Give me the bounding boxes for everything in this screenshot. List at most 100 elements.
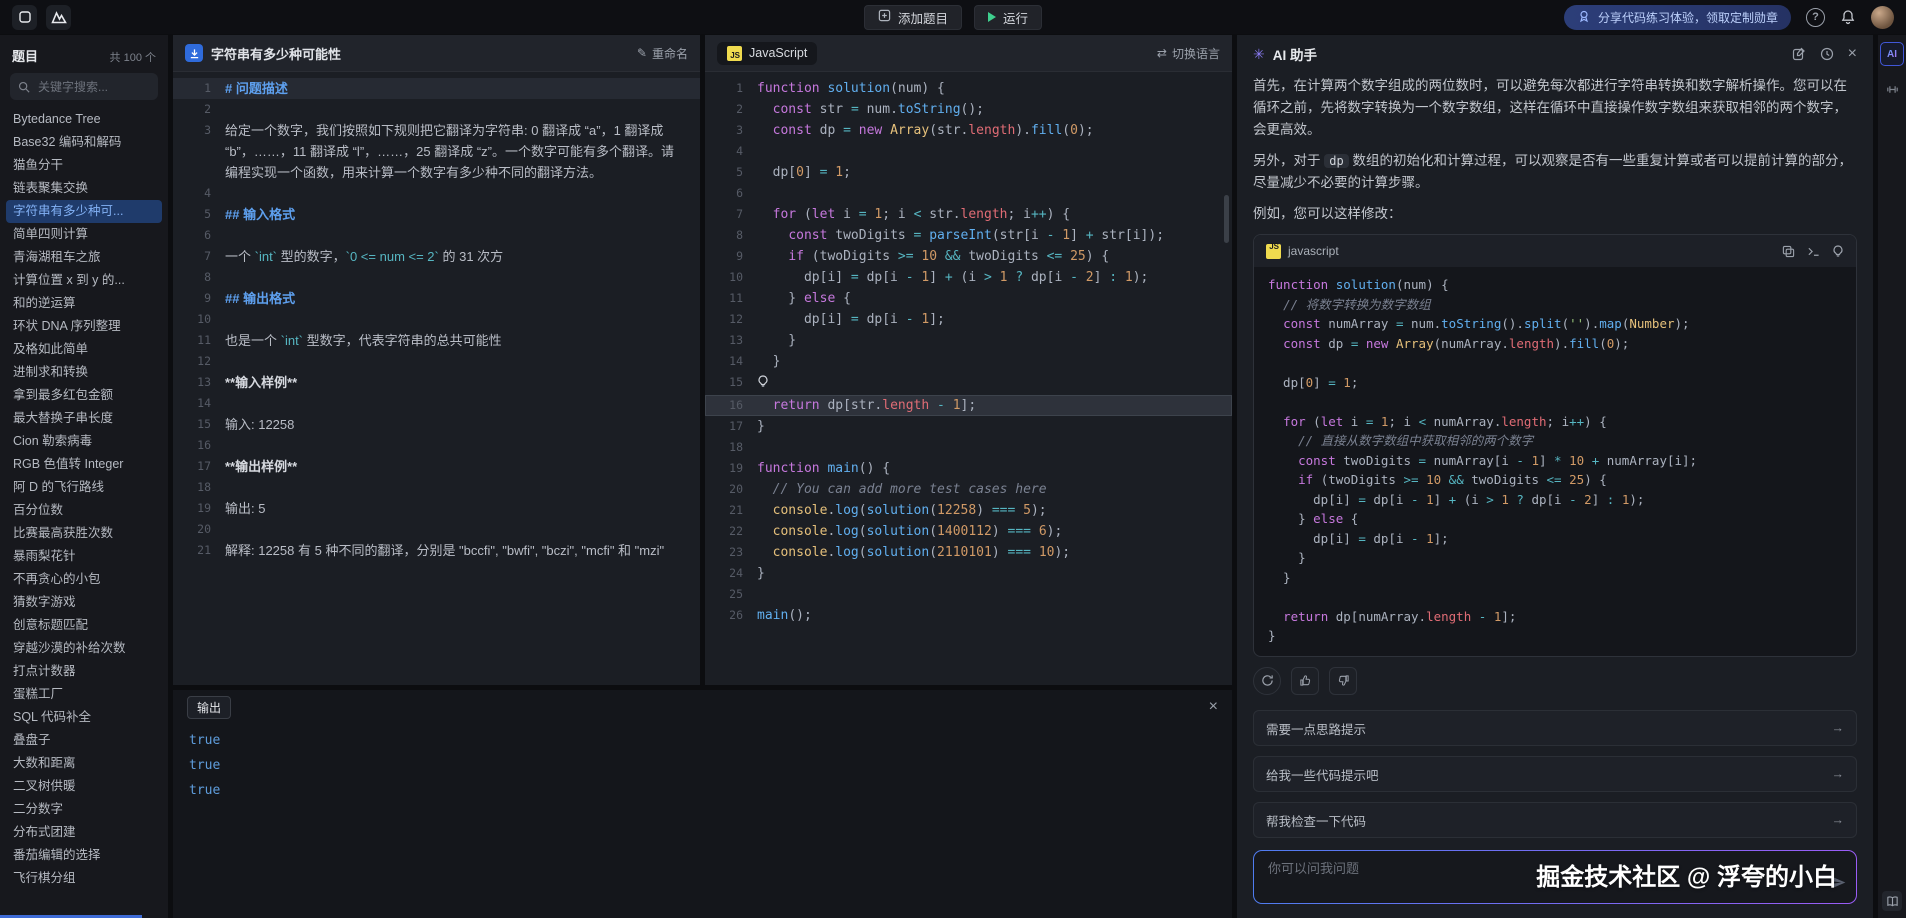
compose-icon[interactable]	[1792, 47, 1806, 61]
sidebar-item[interactable]: 二叉树供暖	[6, 775, 162, 798]
problem-line[interactable]: 7一个 `int` 型的数字，`0 <= num <= 2` 的 31 次方	[173, 246, 700, 267]
problem-line[interactable]: 20	[173, 519, 700, 540]
sidebar-item[interactable]: 及格如此简单	[6, 338, 162, 361]
app-logo-icon[interactable]	[12, 5, 37, 30]
editor-scrollbar[interactable]	[1224, 195, 1229, 243]
sidebar-item[interactable]: 蛋糕工厂	[6, 683, 162, 706]
code-line[interactable]: 26main();	[705, 605, 1232, 626]
sidebar-item[interactable]: 大数和距离	[6, 752, 162, 775]
sidebar-item[interactable]: Bytedance Tree	[6, 108, 162, 131]
suggestion-chip[interactable]: 给我一些代码提示吧→	[1253, 756, 1857, 792]
code-line[interactable]: 9 if (twoDigits >= 10 && twoDigits <= 25…	[705, 246, 1232, 267]
regenerate-button[interactable]	[1253, 667, 1281, 695]
sidebar-item[interactable]: 暴雨梨花针	[6, 545, 162, 568]
code-line[interactable]: 1function solution(num) {	[705, 78, 1232, 99]
problem-line[interactable]: 8	[173, 267, 700, 288]
sidebar-item[interactable]: 不再贪心的小包	[6, 568, 162, 591]
sidebar-item[interactable]: 阿 D 的飞行路线	[6, 476, 162, 499]
sidebar-item[interactable]: 穿越沙漠的补给次数	[6, 637, 162, 660]
sidebar-item[interactable]: 叠盘子	[6, 729, 162, 752]
code-line[interactable]: 10 dp[i] = dp[i - 1] + (i > 1 ? dp[i - 2…	[705, 267, 1232, 288]
suggestion-chip[interactable]: 需要一点思路提示→	[1253, 710, 1857, 746]
copy-code-icon[interactable]	[1782, 245, 1795, 258]
sidebar-item[interactable]: 打点计数器	[6, 660, 162, 683]
problem-line[interactable]: 18	[173, 477, 700, 498]
bell-icon[interactable]	[1840, 9, 1856, 25]
run-button[interactable]: 运行	[974, 5, 1042, 30]
problem-line[interactable]: 6	[173, 225, 700, 246]
code-line[interactable]: 24}	[705, 563, 1232, 584]
sidebar-item[interactable]: 链表聚集交换	[6, 177, 162, 200]
sidebar-item[interactable]: Base32 编码和解码	[6, 131, 162, 154]
problem-line[interactable]: 3给定一个数字，我们按照如下规则把它翻译为字符串: 0 翻译成 “a”，1 翻译…	[173, 120, 700, 183]
ai-assistant-toggle[interactable]: AI	[1880, 42, 1904, 66]
code-line[interactable]: 13 }	[705, 330, 1232, 351]
switch-language-button[interactable]: ⇄ 切换语言	[1157, 45, 1220, 62]
code-line[interactable]: 2 const str = num.toString();	[705, 99, 1232, 120]
problem-line[interactable]: 14	[173, 393, 700, 414]
problem-line[interactable]: 19输出: 5	[173, 498, 700, 519]
problem-editor[interactable]: 1# 问题描述2 3给定一个数字，我们按照如下规则把它翻译为字符串: 0 翻译成…	[173, 72, 700, 685]
problem-line[interactable]: 12	[173, 351, 700, 372]
problem-line[interactable]: 1# 问题描述	[173, 78, 700, 99]
code-line[interactable]: 19function main() {	[705, 458, 1232, 479]
add-problem-button[interactable]: 添加题目	[864, 5, 962, 30]
sidebar-item[interactable]: 分布式团建	[6, 821, 162, 844]
code-line[interactable]: 15	[705, 372, 1232, 395]
reader-icon[interactable]	[1882, 891, 1902, 911]
problem-line[interactable]: 15输入: 12258	[173, 414, 700, 435]
code-line[interactable]: 5 dp[0] = 1;	[705, 162, 1232, 183]
hint-bulb-icon[interactable]	[1832, 245, 1844, 258]
tab-javascript[interactable]: JS JavaScript	[717, 42, 817, 65]
ai-input-box[interactable]	[1253, 850, 1857, 904]
code-line[interactable]: 20 // You can add more test cases here	[705, 479, 1232, 500]
code-line[interactable]: 25	[705, 584, 1232, 605]
lightbulb-icon[interactable]	[757, 374, 769, 395]
sidebar-item[interactable]: 二分数字	[6, 798, 162, 821]
problem-line[interactable]: 11也是一个 `int` 型数字，代表字符串的总共可能性	[173, 330, 700, 351]
help-icon[interactable]: ?	[1806, 8, 1825, 27]
sidebar-item[interactable]: 百分位数	[6, 499, 162, 522]
ai-close-icon[interactable]: ×	[1848, 46, 1857, 62]
code-line[interactable]: 12 dp[i] = dp[i - 1];	[705, 309, 1232, 330]
problem-line[interactable]: 16	[173, 435, 700, 456]
thumbs-down-button[interactable]	[1329, 667, 1357, 695]
sidebar-item[interactable]: 番茄编辑的选择	[6, 844, 162, 867]
search-input[interactable]	[36, 79, 150, 95]
code-line[interactable]: 22 console.log(solution(1400112) === 6);	[705, 521, 1232, 542]
code-line[interactable]: 11 } else {	[705, 288, 1232, 309]
share-badge-button[interactable]: 分享代码练习体验，领取定制勋章	[1564, 5, 1791, 30]
ai-question-input[interactable]	[1266, 860, 1790, 877]
avatar[interactable]	[1871, 6, 1894, 29]
send-icon[interactable]	[1831, 875, 1846, 895]
problem-line[interactable]: 5## 输入格式	[173, 204, 700, 225]
output-tab[interactable]: 输出	[187, 696, 231, 719]
sidebar-item[interactable]: SQL 代码补全	[6, 706, 162, 729]
sidebar-item[interactable]: 比赛最高获胜次数	[6, 522, 162, 545]
sidebar-item[interactable]: 简单四则计算	[6, 223, 162, 246]
sidebar-item[interactable]: 进制求和转换	[6, 361, 162, 384]
search-box[interactable]	[10, 73, 158, 100]
problem-line[interactable]: 2	[173, 99, 700, 120]
problem-line[interactable]: 4	[173, 183, 700, 204]
sidebar-item[interactable]: 青海湖租车之旅	[6, 246, 162, 269]
sidebar-item[interactable]: 最大替换子串长度	[6, 407, 162, 430]
sidebar-item[interactable]: 飞行棋分组	[6, 867, 162, 890]
suggestion-chip[interactable]: 帮我检查一下代码→	[1253, 802, 1857, 838]
code-line[interactable]: 6	[705, 183, 1232, 204]
sidebar-item[interactable]: Cion 勒索病毒	[6, 430, 162, 453]
history-icon[interactable]	[1820, 47, 1834, 61]
sidebar-item[interactable]: 和的逆运算	[6, 292, 162, 315]
code-line[interactable]: 3 const dp = new Array(str.length).fill(…	[705, 120, 1232, 141]
code-line[interactable]: 4	[705, 141, 1232, 162]
sidebar-item[interactable]: 猜数字游戏	[6, 591, 162, 614]
problem-line[interactable]: 21解释: 12258 有 5 种不同的翻译，分别是 "bccfi", "bwf…	[173, 540, 700, 561]
code-line[interactable]: 21 console.log(solution(12258) === 5);	[705, 500, 1232, 521]
problem-line[interactable]: 10	[173, 309, 700, 330]
rename-button[interactable]: ✎ 重命名	[637, 45, 688, 62]
sidebar-item[interactable]: 计算位置 x 到 y 的...	[6, 269, 162, 292]
code-line[interactable]: 17}	[705, 416, 1232, 437]
code-line[interactable]: 23 console.log(solution(2110101) === 10)…	[705, 542, 1232, 563]
code-line[interactable]: 8 const twoDigits = parseInt(str[i - 1] …	[705, 225, 1232, 246]
output-close-icon[interactable]: ×	[1209, 699, 1218, 715]
